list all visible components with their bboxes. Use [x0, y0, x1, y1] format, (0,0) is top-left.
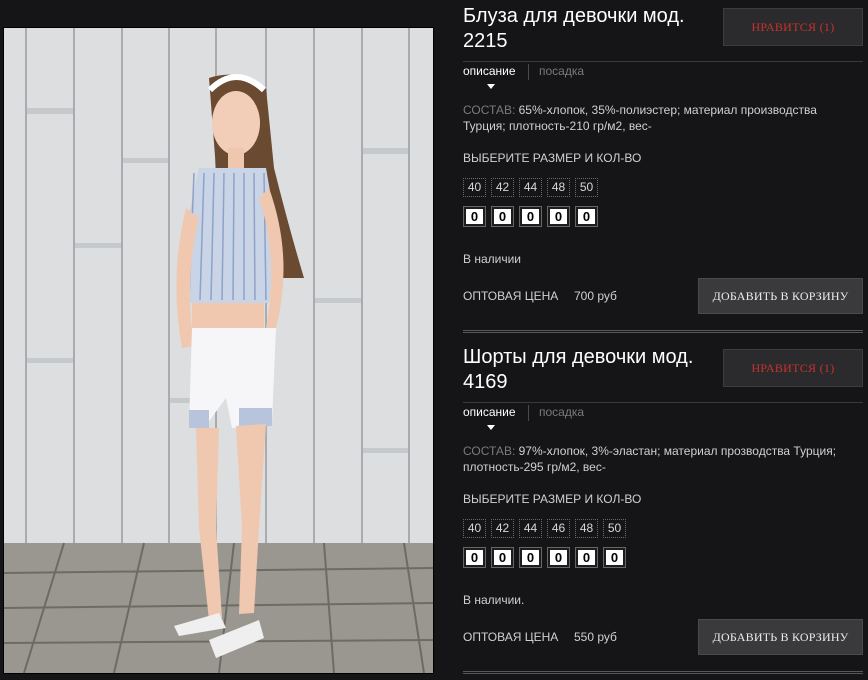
price-label: ОПТОВАЯ ЦЕНА	[463, 289, 559, 303]
size-option[interactable]: 48	[547, 178, 570, 197]
quantity-input[interactable]: 0	[547, 206, 570, 227]
quantity-input[interactable]: 0	[519, 547, 542, 568]
tab-fit[interactable]: посадка	[539, 64, 584, 78]
size-option[interactable]: 44	[519, 519, 542, 538]
size-option[interactable]: 42	[491, 519, 514, 538]
quantity-input[interactable]: 0	[575, 206, 598, 227]
size-option[interactable]: 40	[463, 519, 486, 538]
price-label: ОПТОВАЯ ЦЕНА	[463, 630, 559, 644]
like-button[interactable]: НРАВИТСЯ (1)	[723, 349, 863, 387]
size-option[interactable]: 50	[603, 519, 626, 538]
caret-down-icon	[487, 84, 495, 89]
like-button[interactable]: НРАВИТСЯ (1)	[723, 8, 863, 46]
girl-photo-image	[4, 28, 433, 673]
size-option[interactable]: 50	[575, 178, 598, 197]
product-title: Блуза для девочки мод. 2215	[463, 5, 685, 52]
stock-status: В наличии.	[463, 593, 525, 607]
quantity-input[interactable]: 0	[575, 547, 598, 568]
quantity-input[interactable]: 0	[491, 206, 514, 227]
product-title: Шорты для девочки мод. 4169	[463, 346, 694, 393]
quantity-input[interactable]: 0	[491, 547, 514, 568]
size-quantity-title: ВЫБЕРИТЕ РАЗМЕР И КОЛ-ВО	[463, 492, 642, 506]
tab-fit[interactable]: посадка	[539, 405, 584, 419]
size-option[interactable]: 44	[519, 178, 542, 197]
product-card-blouse: Блуза для девочки мод. 2215 НРАВИТСЯ (1)…	[463, 4, 863, 340]
quantity-input[interactable]: 0	[603, 547, 626, 568]
size-option[interactable]: 42	[491, 178, 514, 197]
caret-down-icon	[487, 425, 495, 430]
quantity-input[interactable]: 0	[547, 547, 570, 568]
divider	[463, 671, 863, 674]
add-to-cart-button[interactable]: ДОБАВИТЬ В КОРЗИНУ	[698, 619, 863, 655]
tab-description[interactable]: описание	[463, 405, 516, 419]
size-option[interactable]: 46	[547, 519, 570, 538]
size-option[interactable]: 48	[575, 519, 598, 538]
product-composition: СОСТАВ: 97%-хлопок, 3%-эластан; материал…	[463, 443, 853, 475]
product-card-shorts: Шорты для девочки мод. 4169 НРАВИТСЯ (1)…	[463, 345, 863, 675]
composition-text: 65%-хлопок, 35%-полиэстер; материал прои…	[463, 103, 817, 133]
composition-label: СОСТАВ:	[463, 444, 516, 458]
price-value: 700 руб	[574, 289, 617, 303]
tab-divider	[528, 64, 529, 80]
composition-label: СОСТАВ:	[463, 103, 516, 117]
quantity-input[interactable]: 0	[463, 547, 486, 568]
size-option[interactable]: 40	[463, 178, 486, 197]
quantity-input[interactable]: 0	[519, 206, 542, 227]
stock-status: В наличии	[463, 252, 522, 266]
divider	[463, 61, 863, 62]
product-composition: СОСТАВ: 65%-хлопок, 35%-полиэстер; матер…	[463, 102, 853, 134]
size-quantity-title: ВЫБЕРИТЕ РАЗМЕР И КОЛ-ВО	[463, 151, 642, 165]
tab-divider	[528, 405, 529, 421]
add-to-cart-button[interactable]: ДОБАВИТЬ В КОРЗИНУ	[698, 278, 863, 314]
tab-description[interactable]: описание	[463, 64, 516, 78]
composition-text: 97%-хлопок, 3%-эластан; материал прозвод…	[463, 444, 837, 474]
divider	[463, 330, 863, 333]
price-value: 550 руб	[574, 630, 617, 644]
product-photo[interactable]	[3, 27, 434, 674]
quantity-input[interactable]: 0	[463, 206, 486, 227]
divider	[463, 402, 863, 403]
